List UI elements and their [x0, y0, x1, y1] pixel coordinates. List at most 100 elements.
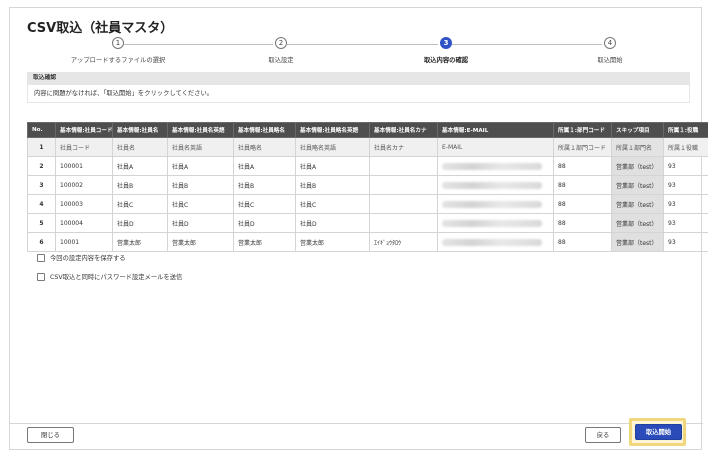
send-password-mail-checkbox[interactable] [37, 272, 45, 281]
table-cell: 93 [663, 156, 708, 176]
table-cell: 社員略名 [233, 137, 296, 157]
table-cell: 6 [27, 232, 56, 252]
save-settings-checkbox[interactable] [37, 253, 45, 262]
table-header-row: No. 基本情報:社員コード 基本情報:社員名 基本情報:社員名英語 基本情報:… [27, 122, 708, 138]
step-4-number: 4 [604, 37, 616, 49]
table-cell: 93 [663, 194, 708, 214]
column-header: 基本情報:社員コード [55, 122, 113, 138]
step-1-label: アップロードするファイルの選択 [70, 57, 166, 64]
table-cell: 社員略名英語 [295, 137, 370, 157]
table-cell: 営業部（test） [611, 175, 664, 195]
table-cell: 88 [553, 194, 612, 214]
table-cell: 営業太郎 [167, 232, 234, 252]
step-1-number: 1 [112, 37, 124, 49]
redacted-email [442, 181, 542, 189]
table-cell: 営業部（test） [611, 232, 664, 252]
table-cell: E-MAIL [437, 137, 554, 157]
table-cell: 88 [553, 232, 612, 252]
table-cell: 社員B [233, 175, 296, 195]
table-cell: 営業太郎 [112, 232, 168, 252]
table-cell: 社員C [233, 194, 296, 214]
table-row: 6 10001 営業太郎 営業太郎 営業太郎 営業太郎 ｴｲｷﾞｮｳﾀﾛｳ 88… [27, 232, 708, 252]
table-cell: 営業部（test） [611, 194, 664, 214]
table-cell: 社員A [233, 156, 296, 176]
table-cell [369, 213, 438, 233]
table-cell: 88 [553, 156, 612, 176]
table-cell: 社員コード [55, 137, 113, 157]
table-cell: 社員名英語 [167, 137, 234, 157]
email-cell-redacted [437, 175, 554, 195]
column-header: 基本情報:社員名 [112, 122, 168, 138]
column-header: 所属１:役職 [663, 122, 708, 138]
table-cell: 営業太郎 [295, 232, 370, 252]
redacted-email [442, 238, 542, 246]
step-connector [124, 44, 273, 45]
table-cell: 社員名 [112, 137, 168, 157]
table-cell: ｴｲｷﾞｮｳﾀﾛｳ [369, 232, 438, 252]
send-password-mail-option[interactable]: CSV取込と同時にパスワード設定メールを送信 [37, 272, 182, 281]
redacted-email [442, 219, 542, 227]
table-cell: 社員D [295, 213, 370, 233]
table-cell: 社員C [112, 194, 168, 214]
table-cell: 2 [27, 156, 56, 176]
preview-table: No. 基本情報:社員コード 基本情報:社員名 基本情報:社員名英語 基本情報:… [27, 122, 708, 252]
table-row: 4 100003 社員C 社員C 社員C 社員C 88 営業部（test） 93 [27, 194, 708, 214]
table-row: 5 100004 社員D 社員D 社員D 社員D 88 営業部（test） 93 [27, 213, 708, 233]
table-cell: 社員D [112, 213, 168, 233]
table-cell: 所属１役職 [663, 137, 708, 157]
table-cell: 93 [663, 175, 708, 195]
table-cell: 3 [27, 175, 56, 195]
table-cell: 社員D [167, 213, 234, 233]
table-cell: 社員A [295, 156, 370, 176]
table-cell: 社員D [233, 213, 296, 233]
column-header: 基本情報:社員略名英語 [295, 122, 370, 138]
email-cell-redacted [437, 156, 554, 176]
table-cell: 4 [27, 194, 56, 214]
column-header: スキップ項目 [611, 122, 664, 138]
step-2-label: 取込設定 [268, 57, 294, 64]
table-cell: 100002 [55, 175, 113, 195]
table-cell: 1 [27, 137, 56, 157]
step-3-number: 3 [440, 37, 452, 49]
column-header: 基本情報:社員名英語 [167, 122, 234, 138]
table-cell: 所属１部門名 [611, 137, 664, 157]
table-cell: 10001 [55, 232, 113, 252]
column-header: 基本情報:社員略名 [233, 122, 296, 138]
redacted-email [442, 162, 542, 170]
start-import-button[interactable]: 取込開始 [635, 424, 682, 440]
step-2-number: 2 [275, 37, 287, 49]
table-cell: 営業太郎 [233, 232, 296, 252]
back-button[interactable]: 戻る [585, 427, 621, 443]
column-header: No. [27, 122, 56, 138]
import-stepper: 1 2 3 4 アップロードするファイルの選択 取込設定 取込内容の確認 取込開… [10, 34, 703, 70]
step-3-label: 取込内容の確認 [423, 57, 469, 64]
table-row: 2 100001 社員A 社員A 社員A 社員A 88 営業部（test） 93 [27, 156, 708, 176]
column-header: 所属１:部門コード [553, 122, 612, 138]
section-message: 内容に問題がなければ、「取込開始」をクリックしてください。 [27, 85, 690, 103]
table-cell: 社員C [167, 194, 234, 214]
step-4-label: 取込開始 [597, 57, 623, 64]
step-connector [287, 44, 438, 45]
send-password-mail-label: CSV取込と同時にパスワード設定メールを送信 [50, 274, 183, 281]
column-header: 基本情報:E-MAIL [437, 122, 554, 138]
table-cell: 88 [553, 213, 612, 233]
table-cell: 社員B [112, 175, 168, 195]
close-button[interactable]: 閉じる [27, 427, 74, 443]
table-cell: 社員名カナ [369, 137, 438, 157]
step-connector [452, 44, 602, 45]
table-cell: 社員C [295, 194, 370, 214]
column-header: 基本情報:社員名カナ [369, 122, 438, 138]
table-cell: 100001 [55, 156, 113, 176]
table-label-row: 1 社員コード 社員名 社員名英語 社員略名 社員略名英語 社員名カナ E-MA… [27, 137, 708, 157]
table-cell [369, 156, 438, 176]
table-cell: 社員B [167, 175, 234, 195]
section-title: 取込確認 [27, 72, 690, 85]
save-settings-option[interactable]: 今回の設定内容を保存する [37, 253, 126, 262]
table-cell: 営業部（test） [611, 156, 664, 176]
table-row: 3 100002 社員B 社員B 社員B 社員B 88 営業部（test） 93 [27, 175, 708, 195]
email-cell-redacted [437, 232, 554, 252]
save-settings-label: 今回の設定内容を保存する [50, 255, 126, 262]
table-cell: 社員A [112, 156, 168, 176]
import-dialog: CSV取込（社員マスタ） 1 2 3 4 アップロードするファイルの選択 取込設… [9, 7, 708, 450]
preview-table-container[interactable]: No. 基本情報:社員コード 基本情報:社員名 基本情報:社員名英語 基本情報:… [27, 122, 708, 252]
